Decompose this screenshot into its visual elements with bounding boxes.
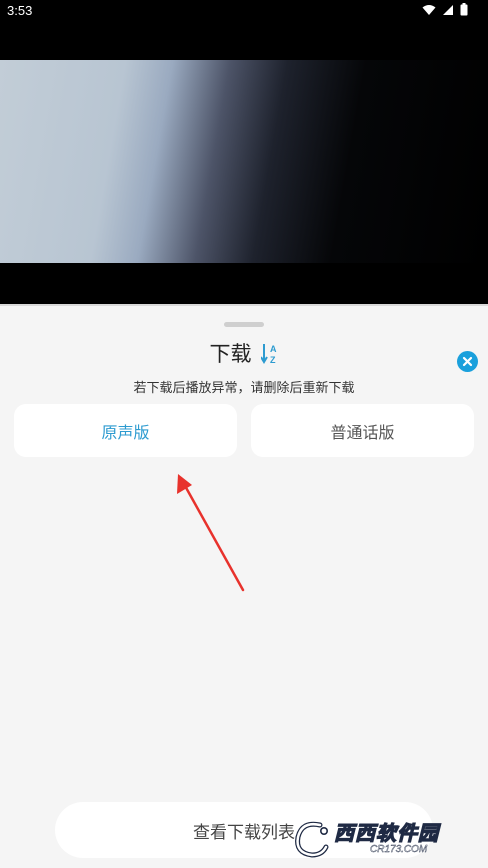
status-bar: 3:53 — [0, 0, 488, 22]
sort-letter-z: Z — [270, 355, 276, 364]
download-sheet: 下载 A Z 若下载后播放异常，请删除后重新下载 原声版 普通话版 查看下载列表 — [0, 304, 488, 868]
mandarin-version-button[interactable]: 普通话版 — [251, 404, 474, 457]
download-notice: 若下载后播放异常，请删除后重新下载 — [133, 381, 355, 396]
signal-icon — [443, 4, 453, 15]
watermark-swirl-icon — [295, 821, 329, 858]
sort-letter-a: A — [270, 344, 277, 354]
video-frame — [0, 60, 488, 263]
status-time: 3:53 — [7, 3, 33, 18]
status-icons — [422, 3, 468, 16]
original-version-button[interactable]: 原声版 — [14, 404, 237, 457]
annotation-arrow — [177, 474, 245, 592]
watermark-logo: 西西软件园 CR173.COM — [290, 817, 480, 861]
watermark-domain: CR173.COM — [370, 844, 428, 855]
video-player[interactable] — [0, 22, 488, 303]
watermark-text: 西西软件园 — [333, 820, 439, 845]
close-icon — [462, 356, 473, 367]
battery-icon — [460, 3, 468, 16]
drag-handle[interactable] — [224, 322, 264, 327]
wifi-icon — [422, 4, 436, 15]
close-button[interactable] — [457, 351, 478, 372]
title-row: 下载 A Z — [0, 338, 488, 368]
sort-az-icon[interactable]: A Z — [260, 342, 279, 364]
sheet-title: 下载 — [209, 342, 252, 366]
